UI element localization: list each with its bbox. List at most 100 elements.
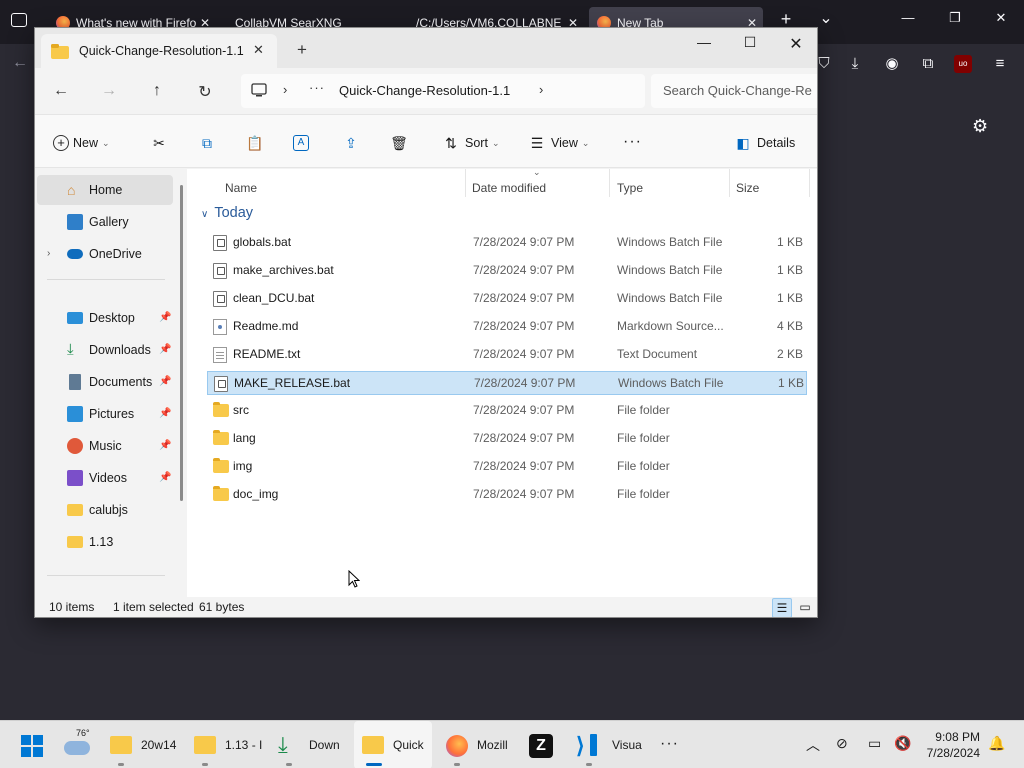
group-header[interactable]: ∨ Today bbox=[201, 205, 253, 221]
taskbar-item-zed[interactable]: Z bbox=[522, 721, 560, 768]
new-tab-button[interactable]: + bbox=[297, 40, 307, 60]
nav-item-gallery[interactable]: Gallery bbox=[37, 207, 173, 237]
nav-item-music[interactable]: Music 📌 bbox=[37, 431, 173, 461]
file-size: 1 KB bbox=[776, 291, 803, 305]
more-path-icon[interactable]: ··· bbox=[309, 80, 325, 95]
nav-item-desktop[interactable]: Desktop 📌 bbox=[37, 303, 173, 333]
copy-button[interactable]: ⧉ bbox=[197, 132, 217, 154]
ublock-icon[interactable]: uo bbox=[954, 55, 972, 73]
nav-item-documents[interactable]: Documents 📌 bbox=[37, 367, 173, 397]
close-browser-button[interactable]: ✕ bbox=[989, 10, 1013, 26]
details-view-button[interactable]: ☰ bbox=[772, 598, 792, 617]
close-button[interactable]: ✕ bbox=[783, 34, 809, 54]
start-button[interactable] bbox=[12, 721, 52, 768]
file-row[interactable]: doc_img 7/28/2024 9:07 PM File folder bbox=[207, 483, 807, 507]
batch-file-icon bbox=[213, 235, 227, 251]
share-button[interactable]: ⇪ bbox=[341, 132, 361, 154]
nav-item-home[interactable]: ⌂ Home bbox=[37, 175, 173, 205]
delete-button[interactable]: 🗑 bbox=[389, 132, 409, 154]
forward-button[interactable]: → bbox=[99, 82, 119, 100]
view-button[interactable]: ☰ View ⌄ bbox=[527, 132, 590, 154]
back-icon[interactable]: ← bbox=[12, 54, 28, 72]
file-row[interactable]: globals.bat 7/28/2024 9:07 PM Windows Batc… bbox=[207, 231, 807, 255]
maximize-browser-button[interactable]: ❐ bbox=[943, 10, 967, 26]
file-row[interactable]: Readme.md 7/28/2024 9:07 PM Markdown Sourc… bbox=[207, 315, 807, 339]
mouse-cursor-icon bbox=[348, 570, 360, 588]
tiles-view-button[interactable]: ▭ bbox=[795, 598, 815, 617]
list-all-tabs-button[interactable]: ⌄ bbox=[814, 8, 838, 28]
paste-button[interactable]: 📋 bbox=[245, 132, 265, 154]
nav-item-downloads[interactable]: ⤓ Downloads 📌 bbox=[37, 335, 173, 365]
cut-button[interactable]: ✂ bbox=[149, 132, 169, 154]
pin-icon[interactable]: 📌 bbox=[159, 463, 171, 493]
address-path[interactable]: Quick-Change-Resolution-1.1 bbox=[339, 83, 510, 98]
gear-icon[interactable]: ⚙ bbox=[972, 116, 988, 137]
clock-date[interactable]: 7/28/2024 bbox=[912, 746, 980, 760]
display-icon[interactable]: ▭ bbox=[868, 735, 881, 752]
rename-button[interactable]: A bbox=[293, 132, 309, 154]
extensions-icon[interactable]: ⧉ bbox=[918, 54, 938, 74]
file-row[interactable]: make_archives.bat 7/28/2024 9:07 PM Window… bbox=[207, 259, 807, 283]
column-header-name[interactable]: Name bbox=[225, 175, 257, 201]
column-header-date[interactable]: Date modified bbox=[472, 175, 546, 201]
clock-time[interactable]: 9:08 PM bbox=[922, 730, 980, 744]
up-button[interactable]: ↑ bbox=[147, 82, 167, 100]
download-icon[interactable]: ⤓ bbox=[845, 54, 865, 74]
pin-icon[interactable]: 📌 bbox=[159, 399, 171, 429]
column-divider[interactable] bbox=[609, 169, 610, 197]
taskbar-item-1-13[interactable]: 1.13 - I bbox=[188, 721, 264, 768]
taskbar-item-quick[interactable]: Quick bbox=[354, 721, 432, 768]
column-header-size[interactable]: Size bbox=[736, 175, 759, 201]
pin-icon[interactable]: 📌 bbox=[159, 335, 171, 365]
new-button[interactable]: + New ⌄ bbox=[53, 132, 110, 154]
nav-scrollbar[interactable] bbox=[180, 185, 183, 501]
file-row[interactable]: clean_DCU.bat 7/28/2024 9:07 PM Windows Ba… bbox=[207, 287, 807, 311]
file-row[interactable]: README.txt 7/28/2024 9:07 PM Text Document… bbox=[207, 343, 807, 367]
address-bar[interactable]: › ··· Quick-Change-Resolution-1.1 › bbox=[241, 74, 645, 108]
chevron-right-icon[interactable]: › bbox=[47, 239, 50, 269]
taskbar-item-vscode[interactable]: ⟩ Visua bbox=[570, 721, 646, 768]
sort-button[interactable]: ⇅ Sort ⌄ bbox=[441, 132, 499, 154]
pin-icon[interactable]: 📌 bbox=[159, 303, 171, 333]
pin-icon[interactable]: 📌 bbox=[159, 367, 171, 397]
weather-widget[interactable]: 76° bbox=[58, 721, 102, 768]
tab-list-icon[interactable] bbox=[11, 13, 27, 27]
nav-item-1-13[interactable]: 1.13 bbox=[37, 527, 173, 557]
column-divider[interactable] bbox=[809, 169, 810, 197]
close-tab-icon[interactable]: ✕ bbox=[253, 42, 264, 58]
chevron-up-icon[interactable]: ︿ bbox=[806, 735, 820, 755]
file-row[interactable]: img 7/28/2024 9:07 PM File folder bbox=[207, 455, 807, 479]
column-header-type[interactable]: Type bbox=[617, 175, 643, 201]
taskbar-item-20w14[interactable]: 20w14 bbox=[104, 721, 180, 768]
column-divider[interactable] bbox=[465, 169, 466, 197]
taskbar-overflow-button[interactable]: ··· bbox=[660, 735, 679, 753]
file-row[interactable]: MAKE_RELEASE.bat 7/28/2024 9:07 PM Windows… bbox=[207, 371, 807, 395]
chevron-right-icon[interactable]: › bbox=[539, 82, 543, 97]
nav-item-onedrive[interactable]: › OneDrive bbox=[37, 239, 173, 269]
explorer-tab[interactable]: Quick-Change-Resolution-1.1 ✕ bbox=[41, 34, 277, 68]
plus-circle-icon: + bbox=[53, 134, 69, 151]
file-row[interactable]: src 7/28/2024 9:07 PM File folder bbox=[207, 399, 807, 423]
network-off-icon[interactable]: ⊘ bbox=[836, 735, 848, 752]
chevron-right-icon[interactable]: › bbox=[283, 82, 287, 97]
volume-icon[interactable]: 🔇 bbox=[894, 735, 911, 752]
nav-item-pictures[interactable]: Pictures 📌 bbox=[37, 399, 173, 429]
maximize-button[interactable]: ☐ bbox=[737, 34, 763, 51]
column-divider[interactable] bbox=[729, 169, 730, 197]
pin-icon[interactable]: 📌 bbox=[159, 431, 171, 461]
details-button[interactable]: ◧ Details bbox=[733, 132, 795, 154]
nav-item-videos[interactable]: Videos 📌 bbox=[37, 463, 173, 493]
minimize-button[interactable]: — bbox=[691, 34, 717, 50]
refresh-button[interactable]: ↻ bbox=[195, 82, 215, 102]
menu-icon[interactable]: ≡ bbox=[990, 54, 1010, 74]
nav-item-calubjs[interactable]: calubjs bbox=[37, 495, 173, 525]
file-row[interactable]: lang 7/28/2024 9:07 PM File folder bbox=[207, 427, 807, 451]
back-button[interactable]: ← bbox=[51, 82, 71, 100]
search-input[interactable]: Search Quick-Change-Re bbox=[651, 74, 817, 108]
taskbar-item-firefox[interactable]: Mozill bbox=[438, 721, 516, 768]
account-icon[interactable]: ◉ bbox=[882, 54, 902, 74]
taskbar-item-downloads[interactable]: ⤓ Down bbox=[272, 721, 348, 768]
bell-icon[interactable]: 🔔 bbox=[988, 735, 1005, 752]
minimize-browser-button[interactable]: — bbox=[896, 10, 920, 25]
more-options-button[interactable]: ··· bbox=[623, 132, 642, 154]
